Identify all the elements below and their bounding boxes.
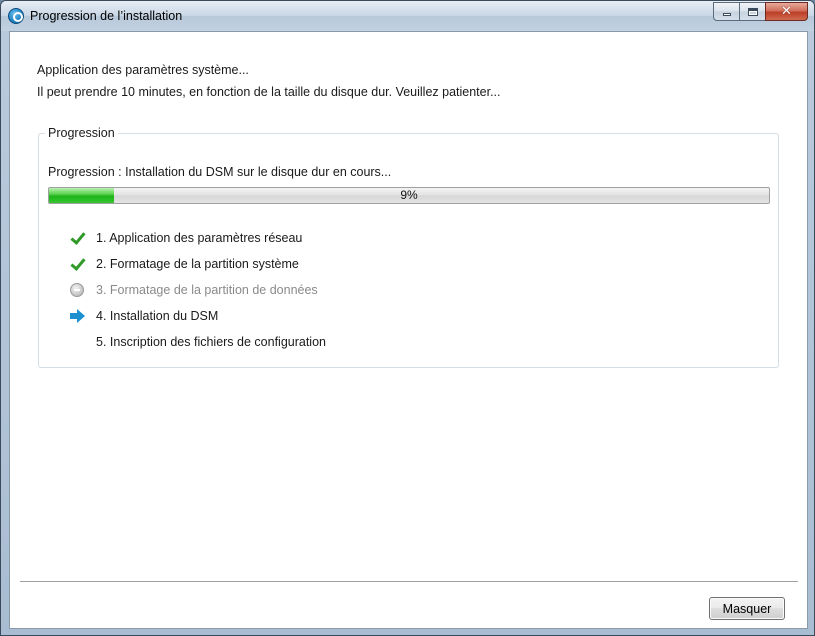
step-label: 2. Formatage de la partition système bbox=[96, 257, 299, 271]
maximize-button[interactable] bbox=[739, 2, 765, 21]
check-icon bbox=[69, 256, 85, 272]
step-label: 4. Installation du DSM bbox=[96, 309, 219, 323]
minimize-icon bbox=[722, 13, 731, 16]
progress-group-legend: Progression bbox=[45, 126, 118, 140]
skipped-icon bbox=[70, 283, 84, 297]
step-item: 3. Formatage de la partition de données bbox=[69, 277, 326, 303]
step-label: 3. Formatage de la partition de données bbox=[96, 283, 318, 297]
check-icon bbox=[69, 230, 85, 246]
caption-buttons: ✕ bbox=[713, 2, 808, 22]
status-message: Application des paramètres système... bbox=[37, 63, 249, 77]
close-button[interactable]: ✕ bbox=[765, 2, 808, 21]
pending-icon bbox=[69, 334, 85, 350]
step-label: 1. Application des paramètres réseau bbox=[96, 231, 303, 245]
step-item: 4. Installation du DSM bbox=[69, 303, 326, 329]
minimize-button[interactable] bbox=[713, 2, 739, 21]
dialog-body: Application des paramètres système... Il… bbox=[9, 31, 808, 629]
footer-separator bbox=[20, 581, 798, 583]
progress-status-text: Progression : Installation du DSM sur le… bbox=[48, 165, 392, 179]
wait-message: Il peut prendre 10 minutes, en fonction … bbox=[37, 85, 501, 99]
title-bar[interactable]: Progression de l’installation ✕ bbox=[1, 1, 814, 31]
app-logo-icon bbox=[8, 8, 24, 24]
progress-bar: 9% bbox=[48, 187, 770, 204]
step-item: 2. Formatage de la partition système bbox=[69, 251, 326, 277]
hide-button[interactable]: Masquer bbox=[709, 597, 785, 620]
step-list: 1. Application des paramètres réseau 2. … bbox=[69, 225, 326, 355]
maximize-icon bbox=[747, 7, 758, 16]
progress-group: Progression Progression : Installation d… bbox=[38, 126, 779, 368]
step-item: 5. Inscription des fichiers de configura… bbox=[69, 329, 326, 355]
window-title: Progression de l’installation bbox=[30, 9, 183, 23]
progress-percent: 9% bbox=[400, 188, 418, 202]
arrow-right-icon bbox=[69, 308, 85, 324]
close-icon: ✕ bbox=[781, 4, 792, 19]
step-label: 5. Inscription des fichiers de configura… bbox=[96, 335, 326, 349]
installation-progress-window: Progression de l’installation ✕ Applicat… bbox=[0, 0, 815, 636]
step-item: 1. Application des paramètres réseau bbox=[69, 225, 326, 251]
